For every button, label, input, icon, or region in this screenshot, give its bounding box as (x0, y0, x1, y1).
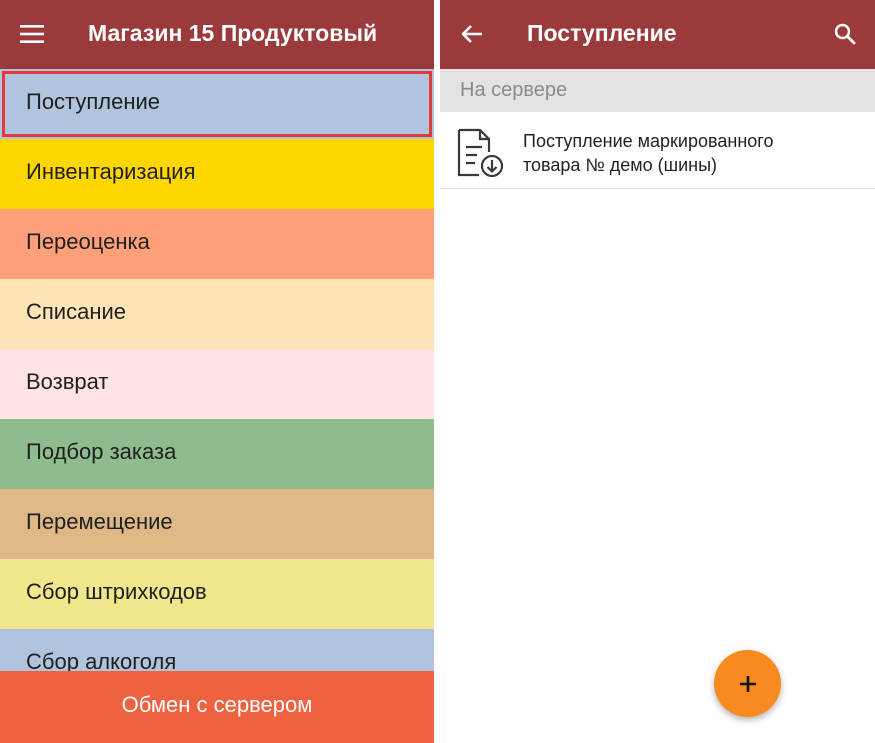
menu-item[interactable]: Инвентаризация (0, 139, 434, 209)
menu-item[interactable]: Сбор алкоголя (0, 629, 434, 671)
menu-item[interactable]: Списание (0, 279, 434, 349)
add-document-button[interactable] (714, 650, 781, 717)
server-exchange-button[interactable]: Обмен с сервером (0, 671, 434, 743)
menu-item[interactable]: Подбор заказа (0, 419, 434, 489)
left-screen: Магазин 15 Продуктовый Поступление Инвент… (0, 0, 434, 743)
plus-icon (739, 675, 756, 692)
hamburger-menu-icon[interactable] (12, 14, 52, 54)
document-list-item[interactable]: Поступление маркированного товара № демо… (440, 114, 875, 189)
app-title: Магазин 15 Продуктовый (88, 20, 378, 46)
document-title-line-1: Поступление маркированного (523, 131, 774, 151)
document-title-line-2: товара № демо (шины) (523, 155, 718, 175)
operations-menu: Поступление Инвентаризация Переоценка Списа… (0, 69, 434, 671)
menu-item[interactable]: Переоценка (0, 209, 434, 279)
section-header: На сервере (440, 69, 875, 112)
menu-item[interactable]: Перемещение (0, 489, 434, 559)
menu-item[interactable]: Поступление (0, 69, 434, 139)
back-arrow-icon[interactable] (452, 14, 492, 54)
menu-item[interactable]: Возврат (0, 349, 434, 419)
screen-title: Поступление (527, 20, 677, 46)
divider (440, 188, 875, 189)
search-icon[interactable] (825, 14, 865, 54)
right-screen: Поступление На сервере Поступление марки… (440, 0, 875, 743)
app-bar: Магазин 15 Продуктовый (0, 0, 434, 69)
app-bar: Поступление (440, 0, 875, 69)
menu-item[interactable]: Сбор штрихкодов (0, 559, 434, 629)
document-title: Поступление маркированного товара № демо… (523, 129, 773, 177)
document-download-icon (455, 127, 507, 179)
